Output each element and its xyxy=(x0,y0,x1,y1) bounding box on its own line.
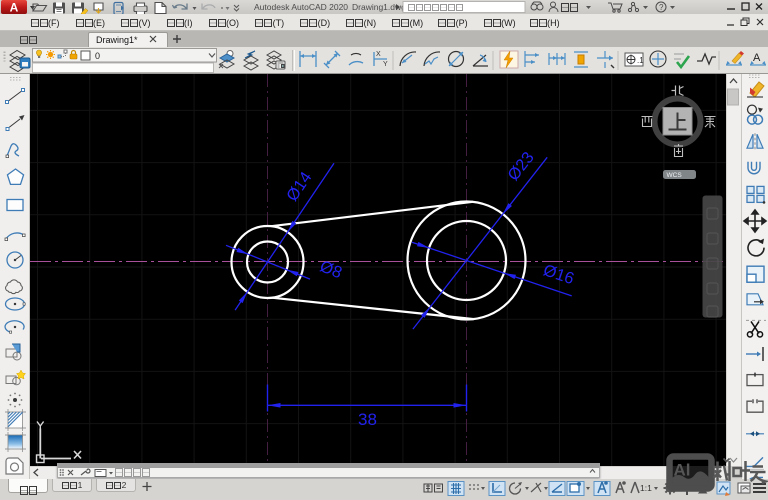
svg-text:X: X xyxy=(376,51,381,58)
svg-text:Ø14: Ø14 xyxy=(283,169,315,205)
svg-text:Ø16: Ø16 xyxy=(541,261,576,288)
svg-text:WCS: WCS xyxy=(667,172,683,179)
svg-text:?: ? xyxy=(659,3,664,12)
svg-text:Autodesk AutoCAD 2020: Autodesk AutoCAD 2020 xyxy=(254,2,348,12)
svg-text:A: A xyxy=(10,1,19,15)
svg-text:Ø23: Ø23 xyxy=(504,149,537,185)
svg-text:.1: .1 xyxy=(637,56,644,65)
svg-text:38: 38 xyxy=(358,410,377,429)
svg-text:A: A xyxy=(753,52,761,64)
svg-text:Al: Al xyxy=(674,461,691,480)
svg-text:Y: Y xyxy=(383,61,388,68)
svg-text:0: 0 xyxy=(95,51,100,61)
